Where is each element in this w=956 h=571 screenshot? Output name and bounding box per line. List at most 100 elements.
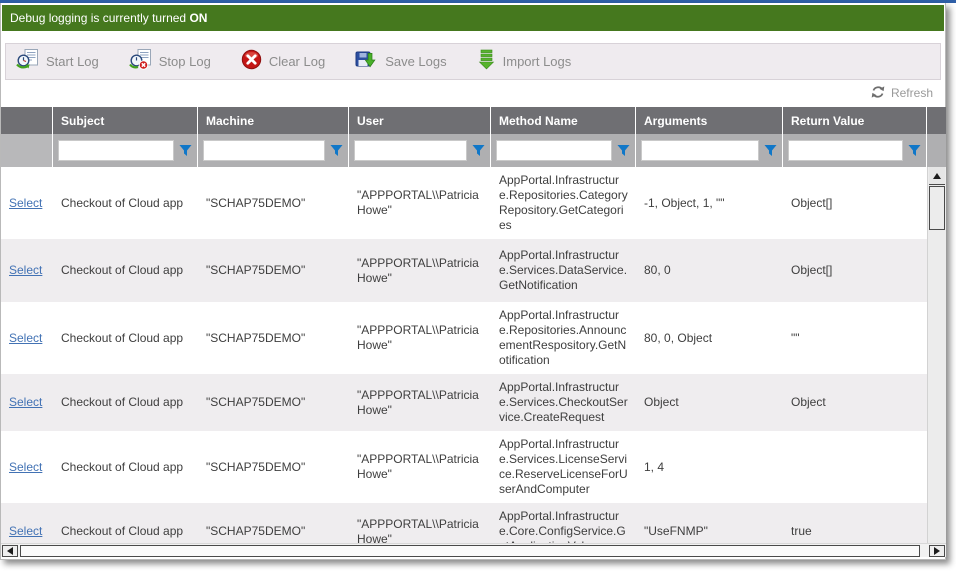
table-row: Select Checkout of Cloud app "SCHAP75DEM… bbox=[1, 374, 927, 431]
import-logs-button[interactable]: Import Logs bbox=[477, 49, 572, 75]
subject-value: Checkout of Cloud app bbox=[61, 395, 183, 410]
log-grid: Subject Machine User Method Name Argumen… bbox=[1, 107, 946, 557]
user-filter-funnel-icon[interactable] bbox=[472, 144, 485, 157]
arguments-value: 80, 0 bbox=[644, 263, 671, 278]
scroll-up-button[interactable] bbox=[929, 167, 945, 185]
arguments-filter-funnel-icon[interactable] bbox=[764, 144, 777, 157]
import-logs-icon bbox=[477, 49, 496, 75]
subject-filter-input[interactable] bbox=[58, 140, 174, 161]
machine-value: "SCHAP75DEMO" bbox=[206, 524, 305, 539]
filter-arguments-cell bbox=[636, 134, 783, 167]
machine-value: "SCHAP75DEMO" bbox=[206, 263, 305, 278]
arguments-value: Object bbox=[644, 395, 679, 410]
return-filter-input[interactable] bbox=[788, 140, 903, 161]
horizontal-scroll-thumb[interactable] bbox=[20, 545, 920, 557]
log-toolbar: Start Log Stop Log bbox=[5, 43, 941, 80]
start-log-icon bbox=[16, 49, 39, 75]
table-row: Select Checkout of Cloud app "SCHAP75DEM… bbox=[1, 302, 927, 374]
filter-method-cell bbox=[491, 134, 636, 167]
filter-machine-cell bbox=[198, 134, 349, 167]
select-link[interactable]: Select bbox=[9, 395, 42, 410]
filter-subject-cell bbox=[53, 134, 198, 167]
method-value: AppPortal.Infrastructure.Core.ConfigServ… bbox=[499, 509, 628, 543]
method-value: AppPortal.Infrastructure.Repositories.An… bbox=[499, 308, 628, 368]
table-row: Select Checkout of Cloud app "SCHAP75DEM… bbox=[1, 431, 927, 503]
refresh-button[interactable]: Refresh bbox=[871, 85, 933, 102]
filter-filler bbox=[927, 134, 946, 167]
header-select-column bbox=[1, 107, 53, 134]
save-logs-button[interactable]: Save Logs bbox=[355, 49, 446, 75]
triangle-up-icon bbox=[933, 173, 941, 179]
scroll-right-button[interactable] bbox=[929, 545, 945, 557]
filter-user-cell bbox=[349, 134, 491, 167]
machine-value: "SCHAP75DEMO" bbox=[206, 395, 305, 410]
return-value: true bbox=[791, 524, 812, 539]
grid-filter-row bbox=[1, 134, 946, 167]
arguments-value: "UseFNMP" bbox=[644, 524, 708, 539]
refresh-icon bbox=[871, 85, 885, 102]
stop-log-icon bbox=[129, 49, 152, 75]
machine-value: "SCHAP75DEMO" bbox=[206, 196, 305, 211]
arguments-value: -1, Object, 1, "" bbox=[644, 196, 725, 211]
machine-filter-funnel-icon[interactable] bbox=[330, 144, 343, 157]
import-logs-label: Import Logs bbox=[503, 54, 572, 69]
subject-value: Checkout of Cloud app bbox=[61, 196, 183, 211]
header-method-name[interactable]: Method Name bbox=[491, 107, 636, 134]
table-row: Select Checkout of Cloud app "SCHAP75DEM… bbox=[1, 503, 927, 543]
vertical-scrollbar[interactable] bbox=[927, 167, 946, 543]
table-row: Select Checkout of Cloud app "SCHAP75DEM… bbox=[1, 239, 927, 302]
select-link[interactable]: Select bbox=[9, 331, 42, 346]
start-log-label: Start Log bbox=[46, 54, 99, 69]
user-value: "APPPORTAL\\PatriciaHowe" bbox=[357, 188, 483, 218]
horizontal-scrollbar[interactable] bbox=[1, 543, 946, 557]
filter-return-cell bbox=[783, 134, 927, 167]
select-link[interactable]: Select bbox=[9, 196, 42, 211]
user-filter-input[interactable] bbox=[354, 140, 467, 161]
table-row: Select Checkout of Cloud app "SCHAP75DEM… bbox=[1, 167, 927, 239]
machine-filter-input[interactable] bbox=[203, 140, 325, 161]
clear-log-button[interactable]: Clear Log bbox=[241, 49, 325, 75]
return-value: Object[] bbox=[791, 263, 832, 278]
header-machine[interactable]: Machine bbox=[198, 107, 349, 134]
header-subject[interactable]: Subject bbox=[53, 107, 198, 134]
method-filter-funnel-icon[interactable] bbox=[617, 144, 630, 157]
clear-log-label: Clear Log bbox=[269, 54, 325, 69]
header-arguments[interactable]: Arguments bbox=[636, 107, 783, 134]
method-value: AppPortal.Infrastructure.Services.Checko… bbox=[499, 380, 628, 425]
method-filter-input[interactable] bbox=[496, 140, 612, 161]
return-filter-funnel-icon[interactable] bbox=[908, 144, 921, 157]
machine-value: "SCHAP75DEMO" bbox=[206, 460, 305, 475]
header-return-value[interactable]: Return Value bbox=[783, 107, 927, 134]
return-value: Object bbox=[791, 395, 826, 410]
header-filler bbox=[927, 107, 946, 134]
select-link[interactable]: Select bbox=[9, 263, 42, 278]
method-value: AppPortal.Infrastructure.Services.DataSe… bbox=[499, 248, 628, 293]
user-value: "APPPORTAL\\PatriciaHowe" bbox=[357, 256, 483, 286]
grid-body: Select Checkout of Cloud app "SCHAP75DEM… bbox=[1, 167, 927, 543]
vertical-scroll-thumb[interactable] bbox=[929, 186, 945, 230]
grid-header-row: Subject Machine User Method Name Argumen… bbox=[1, 107, 946, 134]
select-link[interactable]: Select bbox=[9, 460, 42, 475]
method-value: AppPortal.Infrastructure.Services.Licens… bbox=[499, 437, 628, 497]
user-value: "APPPORTAL\\PatriciaHowe" bbox=[357, 323, 483, 353]
subject-value: Checkout of Cloud app bbox=[61, 263, 183, 278]
triangle-left-icon bbox=[7, 547, 13, 555]
user-value: "APPPORTAL\\PatriciaHowe" bbox=[357, 517, 483, 544]
header-user[interactable]: User bbox=[349, 107, 491, 134]
scroll-left-button[interactable] bbox=[2, 545, 18, 557]
select-link[interactable]: Select bbox=[9, 524, 42, 539]
triangle-right-icon bbox=[934, 547, 940, 555]
user-value: "APPPORTAL\\PatriciaHowe" bbox=[357, 452, 483, 482]
stop-log-button[interactable]: Stop Log bbox=[129, 49, 211, 75]
grid-action-bar: Refresh bbox=[1, 80, 945, 106]
start-log-button[interactable]: Start Log bbox=[16, 49, 99, 75]
refresh-label: Refresh bbox=[891, 86, 933, 100]
arguments-filter-input[interactable] bbox=[641, 140, 759, 161]
return-value: Object[] bbox=[791, 196, 832, 211]
machine-value: "SCHAP75DEMO" bbox=[206, 331, 305, 346]
subject-value: Checkout of Cloud app bbox=[61, 524, 183, 539]
arguments-value: 1, 4 bbox=[644, 460, 664, 475]
filter-select-cell bbox=[1, 134, 53, 167]
method-value: AppPortal.Infrastructure.Repositories.Ca… bbox=[499, 173, 628, 233]
subject-filter-funnel-icon[interactable] bbox=[179, 144, 192, 157]
